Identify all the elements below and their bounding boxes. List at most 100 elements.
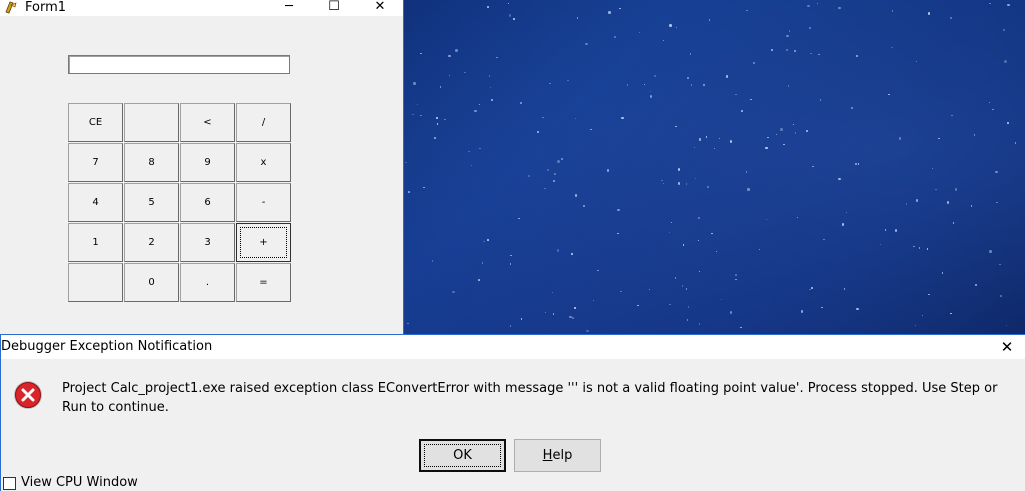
star-decoration [681,285,684,287]
star-decoration [689,53,692,55]
maximize-button[interactable]: ☐ [311,0,357,16]
star-decoration [914,324,917,327]
star-decoration [479,147,481,150]
star-decoration [927,12,931,15]
star-decoration [544,187,546,189]
star-decoration [669,24,672,27]
calc-button-r1-c0[interactable]: 7 [68,143,123,182]
star-decoration [812,165,814,168]
star-decoration [841,223,845,226]
star-decoration [884,229,887,231]
star-decoration [843,288,846,290]
form1-titlebar[interactable]: Form1 ─ ☐ ✕ [0,0,403,16]
star-decoration [746,9,748,12]
star-decoration [662,39,665,42]
close-button[interactable]: ✕ [357,0,403,16]
calc-button-r4-c2[interactable]: . [180,263,235,302]
calc-button-r3-c3[interactable]: + [236,223,291,262]
ok-button[interactable]: OK [419,439,506,472]
star-decoration [931,167,934,170]
star-decoration [996,201,998,204]
star-decoration [750,98,752,101]
star-decoration [592,299,595,302]
calc-button-r0-c3[interactable]: / [236,103,291,142]
star-decoration [713,147,716,150]
star-decoration [413,82,416,85]
star-decoration [686,319,689,321]
star-decoration [519,101,523,105]
dialog-titlebar[interactable]: Debugger Exception Notification ✕ [1,335,1025,359]
star-decoration [547,169,549,171]
star-decoration [879,243,882,246]
star-decoration [796,216,799,219]
star-decoration [729,311,733,314]
star-decoration [838,177,841,181]
star-decoration [711,232,713,234]
star-decoration [420,52,422,55]
view-cpu-window-label[interactable]: View CPU Window [21,475,138,490]
star-decoration [698,138,702,141]
star-decoration [765,146,768,150]
star-decoration [585,42,588,46]
calc-button-r2-c0[interactable]: 4 [68,183,123,222]
star-decoration [481,262,484,264]
calc-button-r3-c0[interactable]: 1 [68,223,123,262]
star-decoration [995,170,998,174]
star-decoration [420,114,422,117]
star-decoration [436,117,438,119]
calc-button-r0-c1[interactable] [124,103,179,142]
star-decoration [572,317,574,319]
star-decoration [649,90,652,93]
star-decoration [765,218,768,221]
view-cpu-window-checkbox[interactable] [3,477,16,490]
star-decoration [690,84,693,86]
star-decoration [509,325,512,327]
star-decoration [608,11,611,14]
star-decoration [423,186,425,189]
star-decoration [489,86,492,89]
calc-button-r1-c2[interactable]: 9 [180,143,235,182]
calc-button-r2-c3[interactable]: - [236,183,291,222]
star-decoration [753,62,755,64]
minimize-button[interactable]: ─ [266,0,312,16]
star-decoration [468,150,470,153]
star-decoration [617,208,620,212]
star-decoration [488,75,491,77]
calculator-display-input[interactable] [68,55,290,74]
star-decoration [946,201,950,204]
star-decoration [452,290,455,294]
star-decoration [586,329,589,333]
calc-button-r1-c3[interactable]: x [236,143,291,182]
calc-button-r2-c1[interactable]: 5 [124,183,179,222]
star-decoration [706,185,710,189]
dialog-title: Debugger Exception Notification [1,339,213,354]
star-decoration [894,229,898,232]
star-decoration [811,287,813,289]
calc-button-r2-c2[interactable]: 6 [180,183,235,222]
star-decoration [975,284,977,286]
calc-button-r1-c1[interactable]: 8 [124,143,179,182]
star-decoration [807,4,810,8]
calc-button-r3-c2[interactable]: 3 [180,223,235,262]
dialog-close-button[interactable]: ✕ [997,337,1017,357]
star-decoration [576,17,579,19]
star-decoration [509,263,512,265]
help-button[interactable]: Help [514,439,601,472]
calc-button-r0-c0[interactable]: CE [68,103,123,142]
calc-button-r4-c3[interactable]: = [236,263,291,302]
calc-button-r4-c0[interactable] [68,263,123,302]
calc-button-r3-c1[interactable]: 2 [124,223,179,262]
calc-button-r0-c2[interactable]: < [180,103,235,142]
star-decoration [951,114,953,117]
star-decoration [444,118,446,121]
star-decoration [928,293,930,296]
calc-button-r4-c1[interactable]: 0 [124,263,179,302]
star-decoration [675,125,677,128]
star-decoration [741,110,743,112]
star-decoration [510,254,512,257]
star-decoration [999,263,1001,266]
star-decoration [677,182,680,185]
star-decoration [697,239,700,242]
star-decoration [809,27,811,29]
star-decoration [496,56,498,59]
